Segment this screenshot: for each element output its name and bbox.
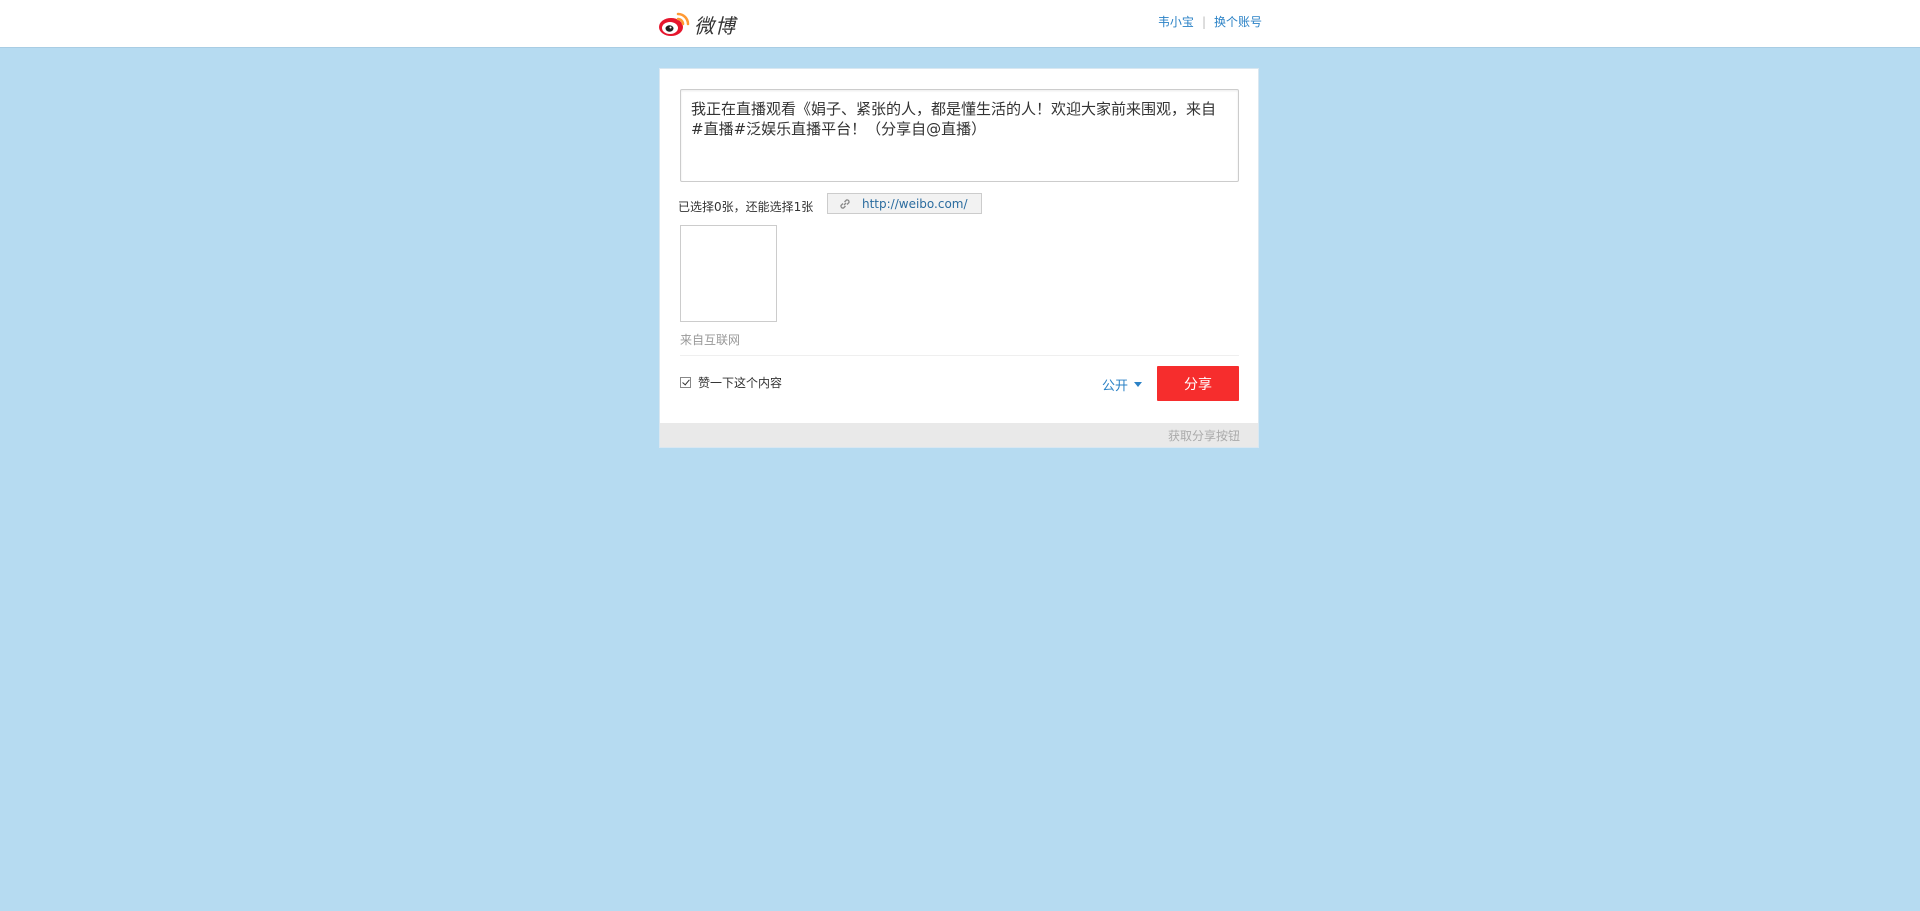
weibo-logo[interactable]: 微博 <box>658 8 736 40</box>
weibo-logo-icon <box>659 12 690 36</box>
like-label: 赞一下这个内容 <box>698 376 783 390</box>
account-links: 韦小宝 | 换个账号 <box>1158 13 1262 30</box>
url-link-box[interactable]: http://weibo.com/ <box>827 193 982 214</box>
privacy-label: 公开 <box>1102 379 1129 394</box>
logo-text: 微博 <box>694 13 736 38</box>
source-text: 来自互联网 <box>680 333 741 347</box>
top-bar: 微博 韦小宝 | 换个账号 <box>0 0 1920 48</box>
user-name-link[interactable]: 韦小宝 <box>1158 13 1194 30</box>
share-text-input[interactable]: 我正在直播观看《娟子、紧张的人，都是懂生活的人！欢迎大家前来围观，来自#直播#泛… <box>680 89 1239 182</box>
get-share-button-link[interactable]: 获取分享按钮 <box>1168 427 1240 444</box>
card-footer: 获取分享按钮 <box>660 423 1258 447</box>
share-card: 我正在直播观看《娟子、紧张的人，都是懂生活的人！欢迎大家前来围观，来自#直播#泛… <box>659 68 1259 448</box>
like-checkbox-row[interactable]: 赞一下这个内容 <box>680 374 782 391</box>
separator: | <box>1201 14 1206 29</box>
like-checkbox[interactable] <box>680 377 691 388</box>
share-button[interactable]: 分享 <box>1157 366 1239 401</box>
image-thumbnail[interactable] <box>680 225 777 322</box>
caret-down-icon <box>1134 382 1143 387</box>
divider <box>680 355 1239 356</box>
url-text: http://weibo.com/ <box>862 196 968 211</box>
switch-account-link[interactable]: 换个账号 <box>1214 13 1262 30</box>
link-icon <box>838 197 852 211</box>
image-selection-info: 已选择0张，还能选择1张 <box>678 200 814 214</box>
privacy-dropdown[interactable]: 公开 <box>1102 375 1143 394</box>
